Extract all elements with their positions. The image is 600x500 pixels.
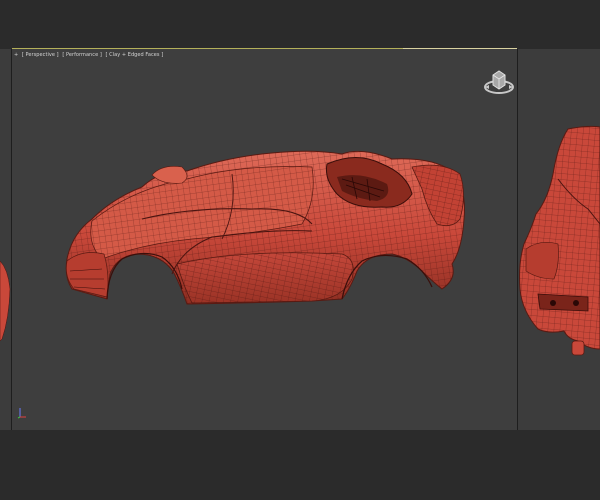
viewcube-home-icon[interactable] <box>482 65 516 99</box>
viewport-label[interactable]: + [ Perspective ] [ Performance ] [ Clay… <box>14 52 165 58</box>
top-band <box>0 0 600 49</box>
axis-tripod-icon <box>16 405 28 419</box>
car-model-right <box>519 125 600 356</box>
bottom-band <box>0 430 600 500</box>
viewport-shading-label[interactable]: [ Clay + Edged Faces ] <box>105 52 163 58</box>
viewport-view-label[interactable]: [ Perspective ] <box>22 52 59 58</box>
viewport-right[interactable] <box>518 49 600 430</box>
car-model <box>65 150 465 305</box>
viewport-left[interactable] <box>0 49 11 430</box>
viewport-mode-label[interactable]: [ Performance ] <box>62 52 102 58</box>
viewport-perspective[interactable]: + [ Perspective ] [ Performance ] [ Clay… <box>12 49 517 430</box>
viewport-menu[interactable]: + <box>14 52 18 58</box>
car-model-left <box>0 260 11 342</box>
